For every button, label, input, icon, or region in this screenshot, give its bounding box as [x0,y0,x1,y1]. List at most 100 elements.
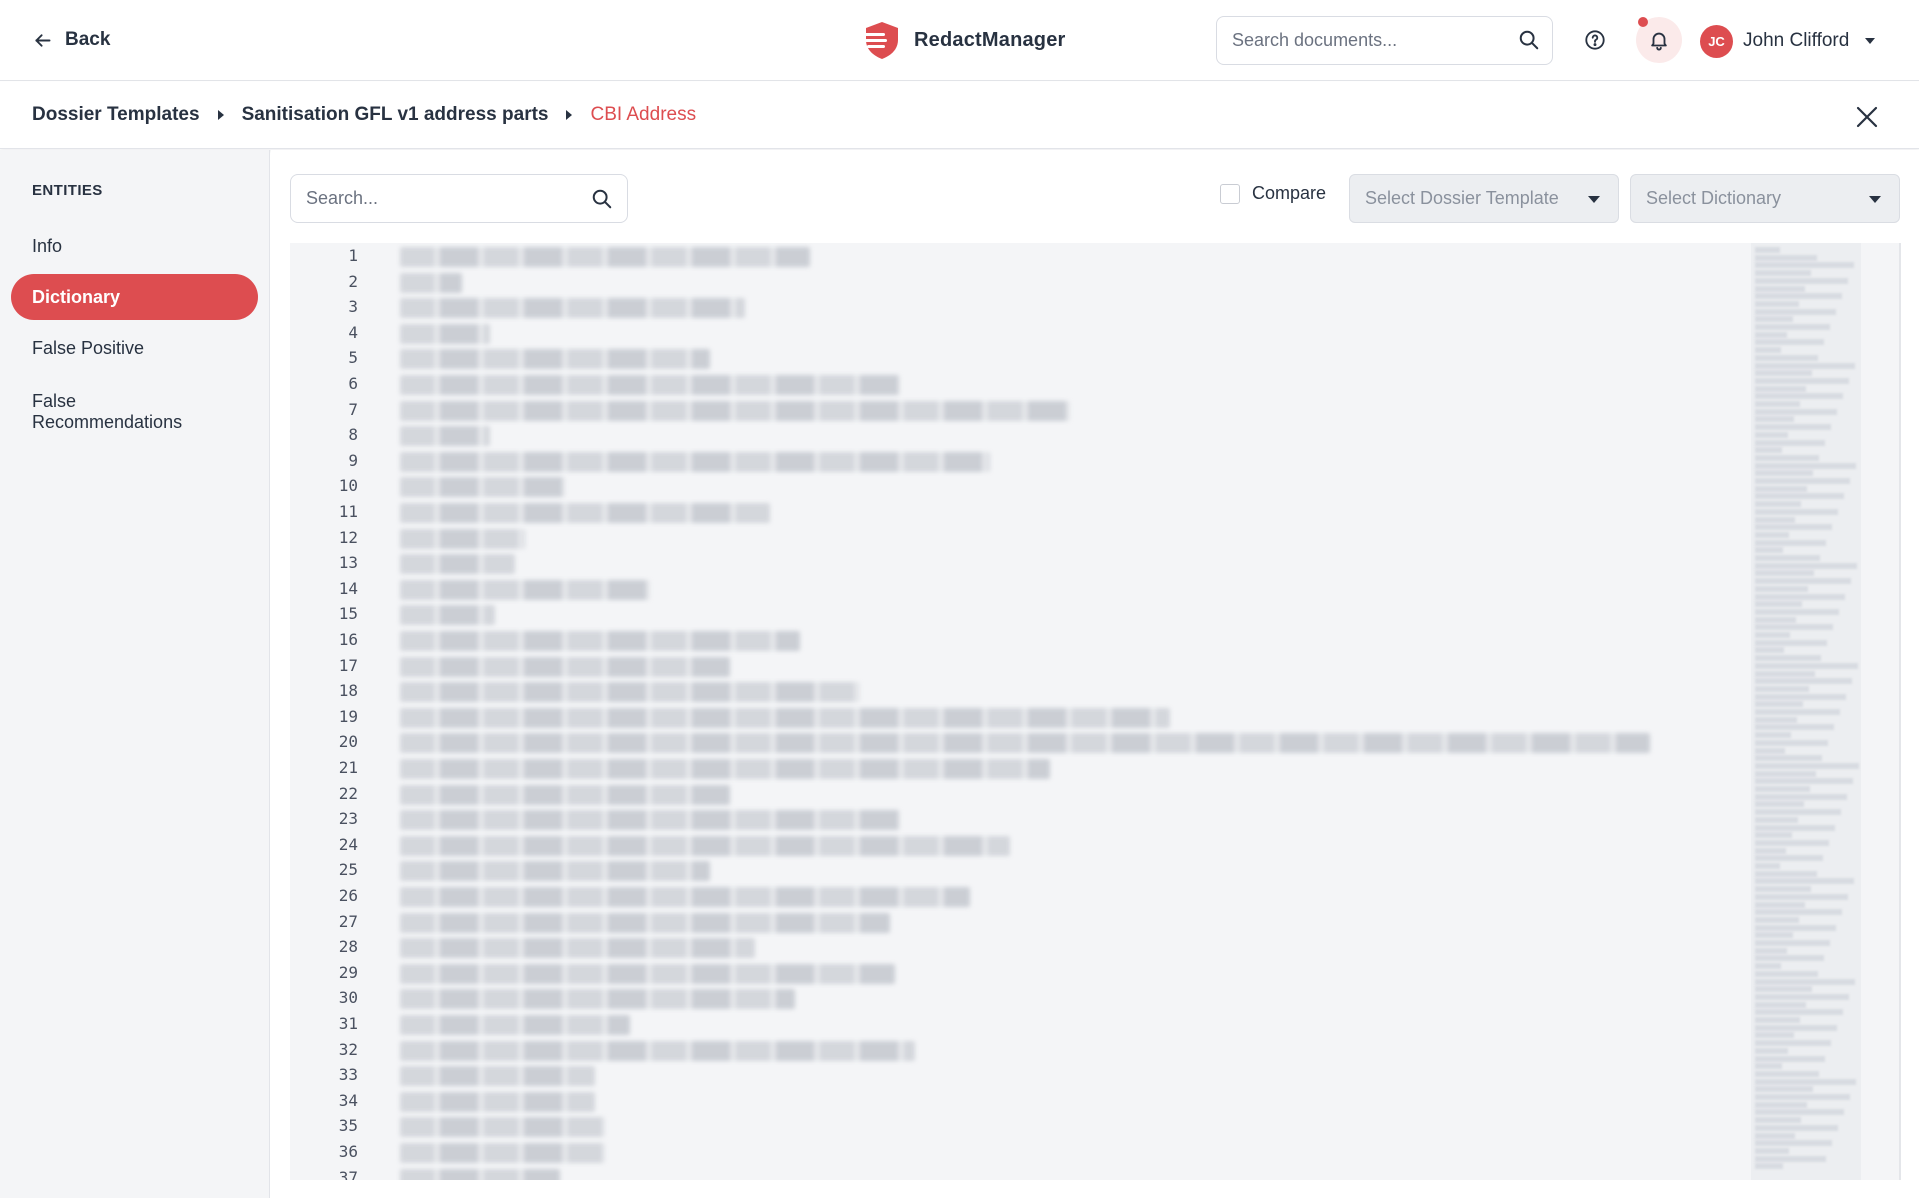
arrow-left-icon [35,33,51,47]
document-search-input[interactable] [1217,17,1507,64]
minimap-line [1755,1001,1806,1008]
minimap-line [1755,870,1817,877]
minimap-line [1755,393,1843,400]
back-button[interactable]: Back [32,26,110,54]
code-line [400,682,860,703]
minimap-line [1755,709,1840,715]
line-number: 12 [338,527,358,547]
code-line [400,912,890,933]
editor-minimap[interactable] [1751,243,1861,1180]
minimap-line [1755,970,1818,977]
minimap-line [1755,416,1794,423]
minimap-line [1755,747,1785,754]
compare-checkbox[interactable] [1220,183,1240,204]
minimap-line [1755,1094,1850,1100]
code-line [400,247,810,267]
entity-search-input[interactable] [291,175,581,222]
line-number: 36 [338,1142,358,1161]
minimap-line [1755,431,1788,438]
sidebar-item-info[interactable]: Info [11,223,258,269]
minimap-line [1755,632,1790,638]
app-logo[interactable]: RedactManager [862,18,1066,62]
line-number: 7 [348,399,358,419]
entity-search [290,174,628,223]
dictionary-placeholder: Select Dictionary [1646,188,1782,208]
chevron-down-icon [1588,196,1600,203]
minimap-line [1755,685,1809,692]
minimap-line [1755,778,1853,785]
compare-toggle[interactable]: Compare [1220,183,1326,204]
line-number: 18 [338,681,358,701]
minimap-line [1755,293,1842,300]
minimap-line [1755,1086,1813,1093]
sidebar-item-dictionary[interactable]: Dictionary [11,274,258,320]
line-number: 32 [338,1039,358,1059]
minimap-line [1755,1147,1789,1154]
minimap-line [1755,578,1851,585]
sidebar-item-false-recommendations[interactable]: False Recommendations [11,386,231,438]
minimap-line [1755,354,1818,361]
minimap-line [1755,701,1803,708]
dictionary-select[interactable]: Select Dictionary [1630,174,1900,223]
minimap-line [1755,1117,1801,1124]
line-number: 19 [338,706,358,726]
document-search [1216,16,1553,65]
breadcrumb: Dossier Templates Sanitisation GFL v1 ad… [32,104,696,126]
minimap-line [1755,901,1805,908]
minimap-line [1755,308,1836,315]
line-number: 9 [348,450,358,470]
minimap-line [1755,909,1842,916]
close-icon[interactable] [1852,102,1882,132]
code-line [400,989,795,1010]
minimap-line [1755,786,1810,792]
minimap-line [1755,247,1780,253]
minimap-line [1755,1155,1826,1162]
code-line [400,1143,605,1163]
line-number: 24 [338,834,358,854]
minimap-line [1755,947,1787,954]
line-number: 14 [338,578,358,598]
line-number: 25 [338,860,358,880]
code-line [400,656,730,677]
code-line [400,528,525,549]
line-number: 16 [338,630,358,649]
minimap-line [1755,277,1848,284]
minimap-line [1755,739,1828,746]
minimap-line [1755,1078,1856,1085]
minimap-line [1755,1124,1838,1131]
sidebar-title: ENTITIES [32,182,103,199]
line-number-gutter: 1 2 3 4 5 6 7 8 9 10 11 12 13 14 15 16 17 18 19 20 21 22 23 24 2… [290,243,386,1180]
minimap-line [1755,601,1802,608]
sidebar-item-false-positive[interactable]: False Positive [11,325,258,371]
code-line [400,963,895,984]
sidebar-item-label: Info [32,235,63,256]
minimap-line [1755,932,1793,939]
breadcrumb-template[interactable]: Sanitisation GFL v1 address parts [242,104,549,126]
minimap-line [1755,462,1856,469]
code-line [400,426,490,447]
scroll-track [1899,243,1901,1180]
code-line [400,272,462,293]
search-icon[interactable] [1518,29,1540,51]
code-line [400,938,755,959]
line-number: 5 [348,348,358,368]
user-menu[interactable]: JC John Clifford [1700,24,1876,58]
minimap-line [1755,716,1797,723]
sidebar-item-label: False Positive [32,337,145,358]
minimap-line [1755,501,1801,508]
minimap-line [1755,770,1816,777]
breadcrumb-dossier-templates[interactable]: Dossier Templates [32,104,200,126]
minimap-line [1755,547,1783,554]
dictionary-editor[interactable]: 1 2 3 4 5 6 7 8 9 10 11 12 13 14 15 16 17 18 19 20 21 22 23 24 2… [290,243,1901,1180]
search-icon[interactable] [591,188,613,210]
minimap-line [1755,347,1781,354]
minimap-line [1755,1132,1795,1139]
minimap-line [1755,1101,1807,1108]
code-line [400,835,1010,856]
code-line [400,784,730,805]
dossier-template-select[interactable]: Select Dossier Template [1349,174,1619,223]
minimap-line [1755,955,1824,962]
help-button[interactable] [1578,23,1612,57]
minimap-line [1755,886,1811,893]
minimap-line [1755,562,1857,569]
